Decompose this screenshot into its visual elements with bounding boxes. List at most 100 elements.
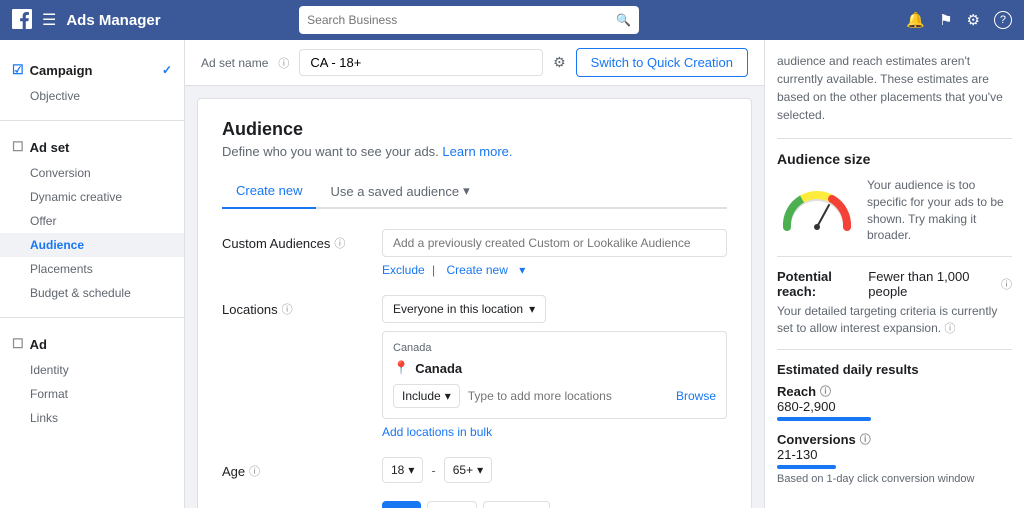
daily-results-section: Estimated daily results Reach ⓘ 680-2,90… [777, 362, 1012, 485]
conversions-note: Based on 1-day click conversion window [777, 473, 1012, 485]
locations-row: Locations ⓘ Everyone in this location ▾ … [222, 295, 727, 439]
audience-subtitle: Define who you want to see your ads. Lea… [222, 144, 727, 159]
sidebar-item-dynamic-creative[interactable]: Dynamic creative [0, 185, 184, 209]
adset-name-input[interactable] [299, 49, 543, 76]
daily-results-title: Estimated daily results [777, 362, 1012, 377]
adset-name-label: Ad set name [201, 56, 268, 70]
age-max-select[interactable]: 65+ ▾ [444, 457, 492, 483]
gender-men-button[interactable]: Men [427, 501, 476, 508]
search-input[interactable] [307, 13, 616, 27]
gender-buttons: All Men Women [382, 501, 727, 508]
age-min-arrow: ▾ [408, 463, 414, 477]
adset-checkbox: ☐ [12, 139, 24, 155]
audience-size-title: Audience size [777, 151, 1012, 167]
right-panel-warning: audience and reach estimates aren't curr… [777, 52, 1012, 124]
location-box: Canada 📍 Canada Include ▾ Browse [382, 331, 727, 419]
include-arrow: ▾ [445, 389, 451, 403]
top-navigation: ☰ Ads Manager 🔍 🔔 ⚑ ⚙ ? [0, 0, 1024, 40]
age-info-icon: ⓘ [249, 463, 260, 479]
sidebar-campaign-label: Campaign [30, 63, 93, 78]
sidebar-item-objective[interactable]: Objective [0, 84, 184, 108]
help-icon[interactable]: ? [994, 11, 1012, 29]
age-controls: 18 ▾ - 65+ ▾ [382, 457, 727, 483]
switch-creation-button[interactable]: Switch to Quick Creation [576, 48, 748, 77]
location-type-input[interactable] [468, 389, 668, 403]
include-dropdown[interactable]: Include ▾ [393, 384, 460, 408]
custom-audiences-input[interactable] [382, 229, 727, 257]
reach-info-icon: ⓘ [820, 383, 831, 399]
gear-icon[interactable]: ⚙ [967, 11, 980, 29]
campaign-check-icon: ✓ [162, 63, 172, 77]
locations-label: Locations [222, 302, 278, 317]
sidebar-ad-header[interactable]: ☐ Ad [0, 330, 184, 358]
reach-bar [777, 417, 871, 421]
sidebar-adset-header[interactable]: ☐ Ad set [0, 133, 184, 161]
sidebar-ad-label: Ad [30, 337, 47, 352]
reach-daily-item: Reach ⓘ 680-2,900 [777, 383, 1012, 421]
age-min-select[interactable]: 18 ▾ [382, 457, 423, 483]
gauge-container: Speci... Broad Your audience is too spec… [777, 177, 1012, 244]
reach-desc-info-icon: ⓘ [944, 323, 955, 335]
audiences-links: Exclude | Create new ▾ [382, 263, 727, 277]
sidebar-item-offer[interactable]: Offer [0, 209, 184, 233]
flag-icon[interactable]: ⚑ [939, 11, 952, 29]
potential-reach-row: Potential reach: Fewer than 1,000 people… [777, 269, 1012, 337]
custom-audiences-row: Custom Audiences ⓘ Exclude | Create new … [222, 229, 727, 277]
gauge-description: Your audience is too specific for your a… [867, 177, 1012, 244]
bell-icon[interactable]: 🔔 [906, 11, 925, 29]
location-include-row: Include ▾ Browse [393, 384, 716, 408]
adset-info-icon: ⓘ [278, 55, 289, 71]
conversions-info-icon: ⓘ [860, 431, 871, 447]
gender-row: Gender ⓘ All Men Women [222, 501, 727, 508]
tab-saved-audience[interactable]: Use a saved audience ▾ [316, 175, 483, 209]
facebook-logo [12, 9, 32, 32]
hamburger-icon[interactable]: ☰ [42, 10, 56, 30]
nav-title: Ads Manager [66, 12, 160, 29]
reach-value: 680-2,900 [777, 399, 1012, 414]
search-icon: 🔍 [616, 13, 631, 27]
conversions-bar [777, 465, 836, 469]
potential-reach-value: Potential reach: Fewer than 1,000 people… [777, 269, 1012, 299]
audience-container: Audience Define who you want to see your… [197, 98, 752, 508]
adset-gear-icon[interactable]: ⚙ [553, 54, 566, 71]
search-bar: 🔍 [299, 6, 639, 34]
locations-info-icon: ⓘ [282, 301, 293, 317]
sidebar-item-budget-schedule[interactable]: Budget & schedule [0, 281, 184, 305]
adset-name-bar: Ad set name ⓘ ⚙ Switch to Quick Creation [185, 40, 764, 86]
sidebar-item-identity[interactable]: Identity [0, 358, 184, 382]
sidebar-item-conversion[interactable]: Conversion [0, 161, 184, 185]
tab-dropdown-arrow: ▾ [463, 183, 470, 199]
location-pin-icon: 📍 [393, 360, 409, 376]
exclude-link[interactable]: Exclude [382, 263, 425, 277]
audience-title: Audience [222, 119, 727, 140]
custom-audiences-info-icon: ⓘ [334, 235, 345, 251]
age-label: Age [222, 464, 245, 479]
sidebar-item-audience[interactable]: Audience [0, 233, 184, 257]
create-new-arrow: ▾ [519, 263, 525, 277]
location-type-dropdown[interactable]: Everyone in this location ▾ [382, 295, 546, 323]
learn-more-link[interactable]: Learn more. [442, 144, 512, 159]
add-bulk-link[interactable]: Add locations in bulk [382, 425, 492, 439]
gender-all-button[interactable]: All [382, 501, 421, 508]
age-row: Age ⓘ 18 ▾ - 65+ ▾ [222, 457, 727, 483]
tab-create-new[interactable]: Create new [222, 175, 316, 209]
browse-button[interactable]: Browse [676, 389, 716, 403]
location-dropdown-arrow: ▾ [529, 302, 535, 316]
gauge-chart: Speci... Broad [777, 177, 857, 235]
sidebar-item-placements[interactable]: Placements [0, 257, 184, 281]
gender-women-button[interactable]: Women [483, 501, 550, 508]
sidebar-item-links[interactable]: Links [0, 406, 184, 430]
create-new-link[interactable]: Create new ▾ [443, 263, 530, 277]
audience-tabs: Create new Use a saved audience ▾ [222, 175, 727, 209]
age-max-arrow: ▾ [477, 463, 483, 477]
custom-audiences-label: Custom Audiences [222, 236, 330, 251]
sidebar-item-format[interactable]: Format [0, 382, 184, 406]
nav-right-icons: 🔔 ⚑ ⚙ ? [906, 11, 1012, 29]
country-label: Canada [393, 342, 716, 354]
sidebar: ☑ Campaign ✓ Objective ☐ Ad set Conversi… [0, 40, 185, 508]
conversions-daily-item: Conversions ⓘ 21-130 Based on 1-day clic… [777, 431, 1012, 485]
sidebar-campaign-header[interactable]: ☑ Campaign ✓ [0, 56, 184, 84]
location-pin-row: 📍 Canada [393, 360, 716, 376]
sidebar-adset-label: Ad set [30, 140, 70, 155]
right-panel: audience and reach estimates aren't curr… [764, 40, 1024, 508]
